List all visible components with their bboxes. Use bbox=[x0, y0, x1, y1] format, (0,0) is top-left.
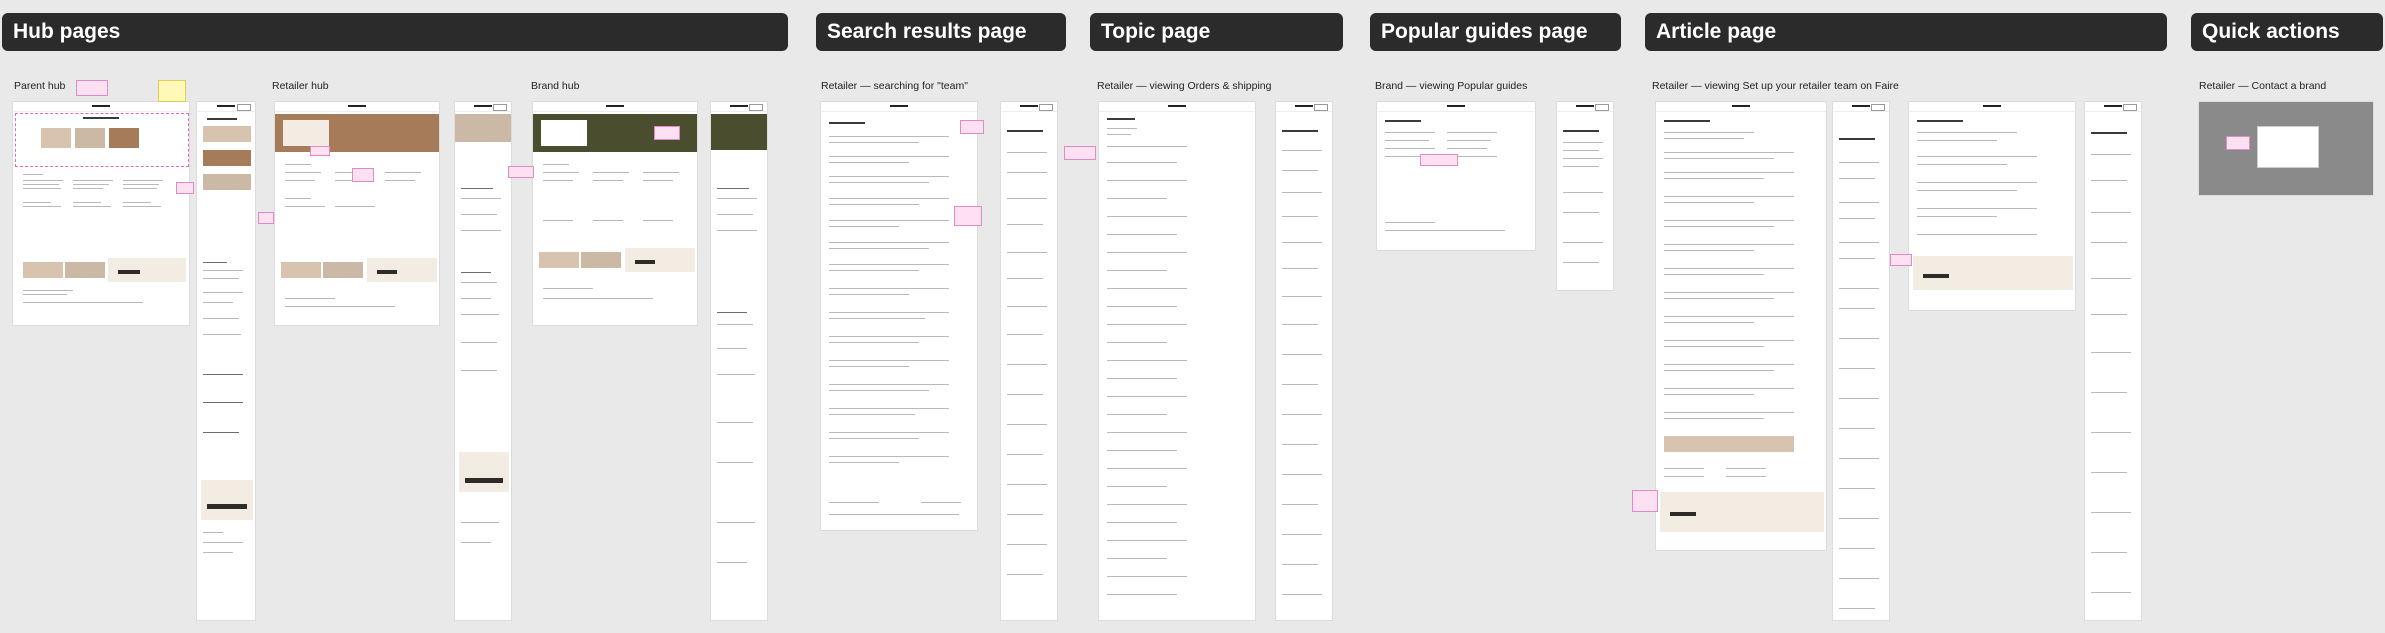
annotation-note bbox=[954, 206, 982, 226]
topic-mobile-frame bbox=[1275, 101, 1333, 621]
hero-image-other bbox=[109, 128, 139, 148]
article-frame bbox=[1655, 101, 1827, 551]
retailer-hub-frame bbox=[274, 101, 440, 326]
parent-hub-frame bbox=[12, 101, 190, 326]
annotation-note bbox=[176, 182, 194, 194]
article-variant-mobile-frame bbox=[2084, 101, 2142, 621]
section-banner: Search results page bbox=[816, 13, 1066, 51]
section-banner: Popular guides page bbox=[1370, 13, 1621, 51]
article-image bbox=[1664, 436, 1794, 452]
frame-label-article: Retailer — viewing Set up your retailer … bbox=[1652, 80, 1899, 92]
section-banner: Quick actions bbox=[2191, 13, 2383, 51]
article-mobile-frame bbox=[1832, 101, 1890, 621]
hero-image-retailer bbox=[41, 128, 71, 148]
search-results-frame bbox=[820, 101, 978, 531]
logo bbox=[92, 105, 110, 107]
sticky-note bbox=[158, 80, 186, 102]
popular-guides-mobile-frame bbox=[1556, 101, 1614, 291]
section-banner: Topic page bbox=[1090, 13, 1343, 51]
annotation-note bbox=[352, 168, 374, 182]
frame-label-popular: Brand — viewing Popular guides bbox=[1375, 80, 1528, 92]
frame-label-search: Retailer — searching for "team" bbox=[821, 80, 968, 92]
frame-label-quick: Retailer — Contact a brand bbox=[2199, 80, 2327, 92]
hero-image-brand bbox=[75, 128, 105, 148]
frame-label-retailer-hub: Retailer hub bbox=[272, 80, 329, 92]
quick-actions-frame bbox=[2198, 101, 2374, 196]
section-banner: Hub pages bbox=[2, 13, 788, 51]
contact-brand-modal[interactable] bbox=[2257, 126, 2319, 168]
section-banner: Article page bbox=[1645, 13, 2167, 51]
search-results-mobile-frame bbox=[1000, 101, 1058, 621]
annotation-note bbox=[960, 120, 984, 134]
parent-hub-mobile-frame bbox=[196, 101, 256, 621]
popular-guides-frame bbox=[1376, 101, 1536, 251]
brand-hub-mobile-frame bbox=[710, 101, 768, 621]
annotation-note bbox=[2226, 136, 2250, 150]
annotation-note bbox=[76, 80, 108, 96]
annotation-note bbox=[310, 146, 330, 156]
frame-label-brand-hub: Brand hub bbox=[531, 80, 580, 92]
frame-label-topic: Retailer — viewing Orders & shipping bbox=[1097, 80, 1272, 92]
annotation-note bbox=[1632, 490, 1658, 512]
article-variant-frame bbox=[1908, 101, 2076, 311]
retailer-hub-mobile-frame bbox=[454, 101, 512, 621]
section-quick-actions: Quick actions bbox=[2191, 0, 2383, 633]
annotation-note bbox=[1064, 146, 1096, 160]
top-nav bbox=[13, 102, 189, 112]
quick-actions-mobile-frame bbox=[2090, 101, 2092, 103]
topic-frame bbox=[1098, 101, 1256, 621]
section-popular-guides: Popular guides page bbox=[1370, 0, 1621, 633]
annotation-note bbox=[1890, 254, 1912, 266]
annotation-note bbox=[1420, 154, 1458, 166]
annotation-note bbox=[258, 212, 274, 224]
frame-label-parent-hub: Parent hub bbox=[14, 80, 66, 92]
annotation-note bbox=[508, 166, 534, 178]
annotation-note bbox=[654, 126, 680, 140]
